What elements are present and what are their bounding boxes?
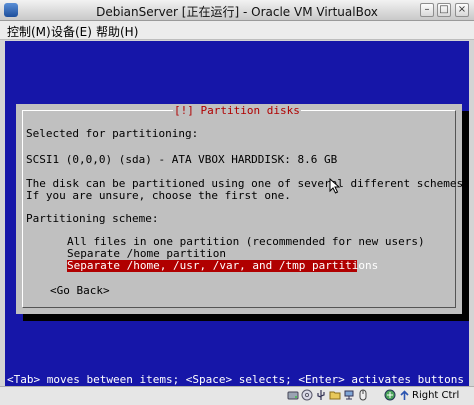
menu-help[interactable]: 帮助(H)	[96, 23, 138, 40]
keyboard-help-line: <Tab> moves between items; <Space> selec…	[7, 373, 464, 386]
usb-icon[interactable]	[315, 389, 327, 401]
close-button[interactable]: ×	[455, 3, 469, 17]
capture-icon[interactable]	[384, 389, 396, 401]
description-line-2: If you are unsure, choose the first one.	[26, 189, 291, 202]
maximize-button[interactable]: □	[437, 3, 451, 17]
host-key-arrow-icon	[400, 390, 409, 400]
menu-devices[interactable]: 设备(E)	[51, 23, 92, 40]
status-bar: Right Ctrl	[0, 386, 474, 405]
selected-for-partitioning-label: Selected for partitioning:	[26, 127, 199, 140]
window-title-bar[interactable]: DebianServer [正在运行] - Oracle VM VirtualB…	[0, 0, 474, 21]
mouse-integration-icon[interactable]	[357, 389, 369, 401]
vm-display[interactable]: [!] Partition disks Selected for partiti…	[5, 41, 469, 386]
disk-info: SCSI1 (0,0,0) (sda) - ATA VBOX HARDDISK:…	[26, 153, 338, 166]
option-separate-home-usr-var-tmp[interactable]: Separate /home, /usr, /var, and /tmp par…	[67, 260, 378, 272]
window-title: DebianServer [正在运行] - Oracle VM VirtualB…	[96, 5, 378, 19]
network-icon[interactable]	[343, 389, 355, 401]
menu-control[interactable]: 控制(M)	[7, 23, 51, 40]
minimize-button[interactable]: –	[420, 3, 434, 17]
partitioning-scheme-label: Partitioning scheme:	[26, 212, 159, 225]
mouse-pointer-icon	[329, 178, 341, 194]
hard-disk-icon[interactable]	[287, 389, 299, 401]
shared-folder-icon[interactable]	[329, 389, 341, 401]
host-key-label: Right Ctrl	[412, 390, 460, 401]
menu-bar: 控制(M) 设备(E) 帮助(H)	[0, 21, 474, 40]
partition-disks-dialog: [!] Partition disks Selected for partiti…	[16, 104, 469, 314]
go-back-button[interactable]: <Go Back>	[50, 284, 110, 297]
dialog-title: [!] Partition disks	[173, 104, 301, 117]
optical-drive-icon[interactable]	[301, 389, 313, 401]
